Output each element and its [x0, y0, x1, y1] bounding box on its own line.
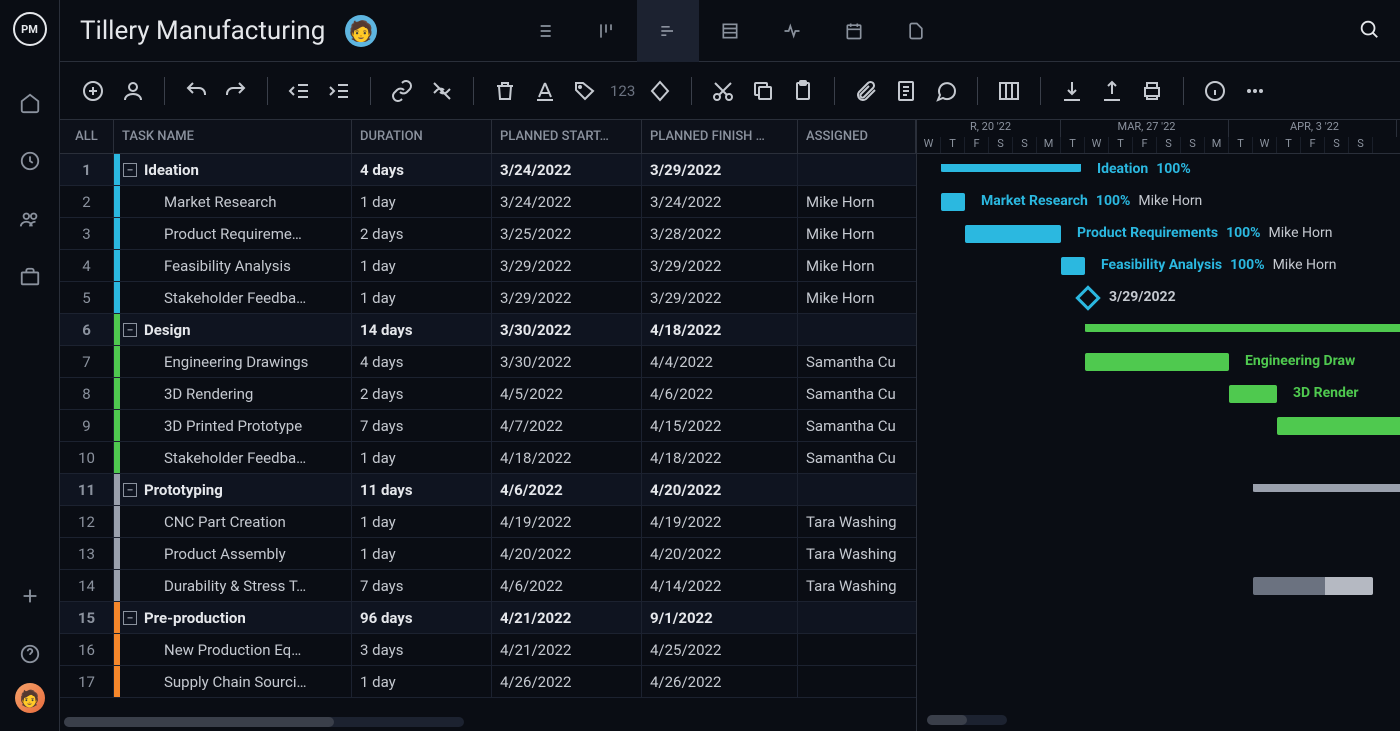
collapse-icon[interactable]: − [123, 323, 137, 337]
col-finish[interactable]: PLANNED FINISH … [642, 120, 798, 153]
grid-header: ALL TASK NAME DURATION PLANNED START… PL… [60, 120, 916, 154]
info-button[interactable] [1200, 76, 1230, 106]
dashboard-view-tab[interactable] [761, 0, 823, 62]
col-assigned[interactable]: ASSIGNED [798, 120, 916, 153]
copy-button[interactable] [748, 76, 778, 106]
gantt-bar[interactable] [1229, 385, 1277, 403]
sheet-view-tab[interactable] [699, 0, 761, 62]
gantt-bar[interactable] [1277, 417, 1400, 435]
tag-button[interactable] [570, 76, 600, 106]
search-icon[interactable] [1358, 18, 1380, 44]
import-button[interactable] [1057, 76, 1087, 106]
gantt-bar[interactable] [941, 164, 1081, 172]
milestone-button[interactable] [645, 76, 675, 106]
files-view-tab[interactable] [885, 0, 947, 62]
assign-button[interactable] [118, 76, 148, 106]
gantt-bar-label: 3D Render [1293, 385, 1359, 401]
redo-button[interactable] [221, 76, 251, 106]
gantt-bar[interactable] [941, 193, 965, 211]
notes-button[interactable] [891, 76, 921, 106]
outdent-button[interactable] [284, 76, 314, 106]
delete-button[interactable] [490, 76, 520, 106]
table-row[interactable]: 1−Ideation4 days3/24/20223/29/2022 [60, 154, 916, 186]
more-button[interactable] [1240, 76, 1270, 106]
gantt-bar-label: Ideation100% [1097, 161, 1191, 177]
table-row[interactable]: 14Durability & Stress T…7 days4/6/20224/… [60, 570, 916, 602]
gantt-bar[interactable] [1085, 324, 1400, 332]
table-row[interactable]: 3Product Requireme…2 days3/25/20223/28/2… [60, 218, 916, 250]
collapse-icon[interactable]: − [123, 163, 137, 177]
collapse-icon[interactable]: − [123, 483, 137, 497]
top-bar: Tillery Manufacturing 🧑 [60, 0, 1400, 62]
gantt-bar[interactable] [1253, 577, 1373, 595]
table-row[interactable]: 2Market Research1 day3/24/20223/24/2022M… [60, 186, 916, 218]
columns-button[interactable] [994, 76, 1024, 106]
table-row[interactable]: 10Stakeholder Feedba…1 day4/18/20224/18/… [60, 442, 916, 474]
cut-button[interactable] [708, 76, 738, 106]
undo-button[interactable] [181, 76, 211, 106]
indent-button[interactable] [324, 76, 354, 106]
number-placeholder: 123 [610, 82, 635, 100]
table-row[interactable]: 5Stakeholder Feedba…1 day3/29/20223/29/2… [60, 282, 916, 314]
action-bar: 123 [60, 62, 1400, 120]
board-view-tab[interactable] [575, 0, 637, 62]
left-rail: PM 🧑 [0, 0, 60, 731]
gantt-chart: R, 20 '22MAR, 27 '22APR, 3 '22 WTFSSMTWT… [917, 120, 1400, 731]
table-row[interactable]: 83D Rendering2 days4/5/20224/6/2022Saman… [60, 378, 916, 410]
table-row[interactable]: 93D Printed Prototype7 days4/7/20224/15/… [60, 410, 916, 442]
home-icon[interactable] [0, 74, 60, 132]
collapse-icon[interactable]: − [123, 611, 137, 625]
gantt-bar[interactable] [1085, 353, 1229, 371]
gantt-view-tab[interactable] [637, 0, 699, 62]
gantt-bar-label: Market Research100%Mike Horn [981, 193, 1202, 209]
export-button[interactable] [1097, 76, 1127, 106]
table-row[interactable]: 11−Prototyping11 days4/6/20224/20/2022 [60, 474, 916, 506]
add-task-button[interactable] [78, 76, 108, 106]
calendar-view-tab[interactable] [823, 0, 885, 62]
team-icon[interactable] [0, 190, 60, 248]
gantt-bar-label: 3/29/2022 [1109, 289, 1176, 305]
table-row[interactable]: 7Engineering Drawings4 days3/30/20224/4/… [60, 346, 916, 378]
table-row[interactable]: 16New Production Eq…3 days4/21/20224/25/… [60, 634, 916, 666]
task-grid: ALL TASK NAME DURATION PLANNED START… PL… [60, 120, 917, 731]
text-style-button[interactable] [530, 76, 560, 106]
recent-icon[interactable] [0, 132, 60, 190]
col-duration[interactable]: DURATION [352, 120, 492, 153]
link-button[interactable] [387, 76, 417, 106]
col-name[interactable]: TASK NAME [114, 120, 352, 153]
list-view-tab[interactable] [513, 0, 575, 62]
attach-button[interactable] [851, 76, 881, 106]
col-all[interactable]: ALL [60, 120, 114, 153]
gantt-bar-label: Engineering Draw [1245, 353, 1355, 369]
user-avatar[interactable]: 🧑 [15, 683, 45, 713]
add-icon[interactable] [0, 567, 60, 625]
help-icon[interactable] [0, 625, 60, 683]
app-logo[interactable]: PM [13, 12, 47, 46]
table-row[interactable]: 17Supply Chain Sourci…1 day4/26/20224/26… [60, 666, 916, 698]
project-owner-avatar[interactable]: 🧑 [345, 15, 377, 47]
paste-button[interactable] [788, 76, 818, 106]
gantt-bar[interactable] [1061, 257, 1085, 275]
gantt-scrollbar[interactable] [927, 715, 1007, 725]
comment-button[interactable] [931, 76, 961, 106]
col-start[interactable]: PLANNED START… [492, 120, 642, 153]
portfolio-icon[interactable] [0, 248, 60, 306]
table-row[interactable]: 4Feasibility Analysis1 day3/29/20223/29/… [60, 250, 916, 282]
gantt-bar[interactable] [1253, 484, 1400, 492]
gantt-timeline-header: R, 20 '22MAR, 27 '22APR, 3 '22 WTFSSMTWT… [917, 120, 1400, 154]
table-row[interactable]: 12CNC Part Creation1 day4/19/20224/19/20… [60, 506, 916, 538]
unlink-button[interactable] [427, 76, 457, 106]
table-row[interactable]: 15−Pre-production96 days4/21/20229/1/202… [60, 602, 916, 634]
table-row[interactable]: 13Product Assembly1 day4/20/20224/20/202… [60, 538, 916, 570]
table-row[interactable]: 6−Design14 days3/30/20224/18/2022 [60, 314, 916, 346]
project-title: Tillery Manufacturing [80, 16, 325, 46]
view-tabs [513, 0, 947, 62]
gantt-bar-label: Product Requirements100%Mike Horn [1077, 225, 1332, 241]
grid-scrollbar[interactable] [64, 717, 464, 727]
gantt-bar[interactable] [965, 225, 1061, 243]
gantt-bar-label: Feasibility Analysis100%Mike Horn [1101, 257, 1337, 273]
print-button[interactable] [1137, 76, 1167, 106]
milestone-diamond[interactable] [1075, 285, 1100, 310]
